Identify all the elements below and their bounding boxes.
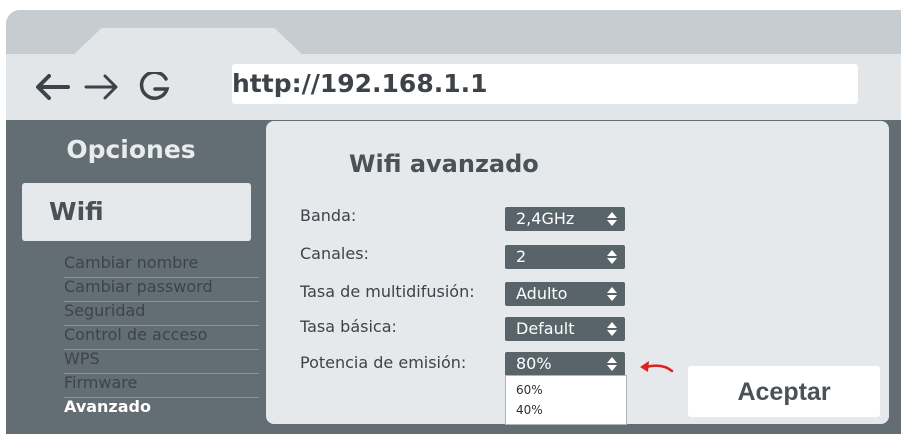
dropdown-option[interactable]: 60% (516, 383, 543, 397)
select-value: Adulto (516, 284, 568, 303)
updown-arrow-icon (607, 212, 617, 226)
sidebar-item-avanzado[interactable]: Avanzado (64, 397, 259, 421)
address-bar[interactable]: http://192.168.1.1 (232, 64, 858, 104)
select-value: 2 (516, 247, 527, 266)
reload-icon[interactable] (134, 54, 174, 120)
potencia-dropdown-list: 60% 40% (505, 375, 627, 425)
select-value: 2,4GHz (516, 209, 575, 228)
sidebar-item-wps[interactable]: WPS (64, 349, 259, 374)
sidebar-section-wifi[interactable]: Wifi (22, 183, 251, 241)
field-label-banda: Banda: (300, 206, 357, 225)
select-canales[interactable]: 2 (505, 245, 625, 269)
updown-arrow-icon (607, 287, 617, 301)
select-tasa-basica[interactable]: Default (505, 317, 625, 341)
updown-arrow-icon (607, 322, 617, 336)
sidebar-section-label: Wifi (49, 197, 104, 226)
select-value: 80% (516, 354, 552, 373)
forward-arrow-icon[interactable] (82, 54, 122, 120)
sidebar-item-cambiar-password[interactable]: Cambiar password (64, 277, 259, 302)
sidebar-item-firmware[interactable]: Firmware (64, 373, 259, 398)
field-label-tasa-multidifusion: Tasa de multidifusión: (300, 282, 475, 301)
field-label-canales: Canales: (300, 244, 369, 263)
back-arrow-icon[interactable] (32, 54, 72, 120)
select-value: Default (516, 319, 575, 338)
page-title: Wifi avanzado (349, 150, 539, 178)
sidebar-item-control-de-acceso[interactable]: Control de acceso (64, 325, 259, 350)
updown-arrow-icon (607, 250, 617, 264)
sidebar-title: Opciones (66, 135, 196, 164)
select-banda[interactable]: 2,4GHz (505, 207, 625, 231)
browser-toolbar: http://192.168.1.1 (6, 54, 901, 120)
select-tasa-multidifusion[interactable]: Adulto (505, 282, 625, 306)
dropdown-option[interactable]: 40% (516, 403, 543, 417)
updown-arrow-icon (607, 357, 617, 371)
red-pointer-arrow-icon (640, 361, 674, 373)
field-label-tasa-basica: Tasa básica: (300, 317, 397, 336)
sidebar-item-cambiar-nombre[interactable]: Cambiar nombre (64, 253, 259, 278)
field-label-potencia-emision: Potencia de emisión: (300, 353, 467, 372)
sidebar-item-seguridad[interactable]: Seguridad (64, 301, 259, 326)
url-text: http://192.168.1.1 (232, 69, 488, 98)
accept-button[interactable]: Aceptar (688, 366, 880, 417)
select-potencia-emision[interactable]: 80% (505, 352, 625, 376)
